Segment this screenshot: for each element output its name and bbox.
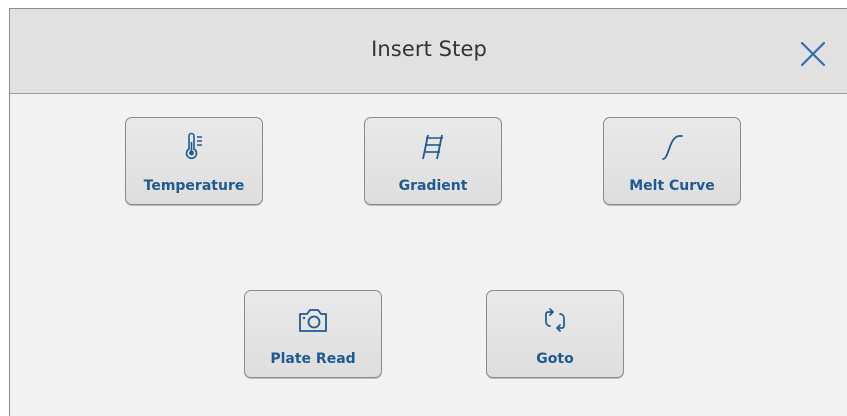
close-button[interactable]	[796, 37, 830, 71]
plate-read-step-button[interactable]: Plate Read	[244, 290, 382, 378]
goto-step-button[interactable]: Goto	[486, 290, 624, 378]
temperature-step-label: Temperature	[143, 178, 245, 194]
melt-curve-step-button[interactable]: Melt Curve	[603, 117, 741, 205]
gradient-icon	[422, 134, 443, 160]
melt-curve-icon	[662, 135, 683, 160]
plate-read-step-label: Plate Read	[270, 351, 356, 367]
melt-curve-step-label: Melt Curve	[629, 178, 715, 194]
close-icon	[800, 41, 826, 67]
dialog-header: Insert Step	[10, 9, 847, 94]
dialog-body: Temperature Gradient Melt Curve Plate Re…	[10, 94, 847, 416]
gradient-step-label: Gradient	[398, 178, 468, 194]
goto-step-label: Goto	[536, 351, 574, 367]
gradient-step-button[interactable]: Gradient	[364, 117, 502, 205]
insert-step-dialog: Insert Step Temperature Gradient Melt Cu…	[9, 8, 847, 416]
temperature-step-button[interactable]: Temperature	[125, 117, 263, 205]
thermometer-icon	[185, 132, 202, 160]
camera-icon	[299, 309, 327, 332]
goto-icon	[545, 308, 565, 332]
dialog-title: Insert Step	[371, 37, 487, 61]
